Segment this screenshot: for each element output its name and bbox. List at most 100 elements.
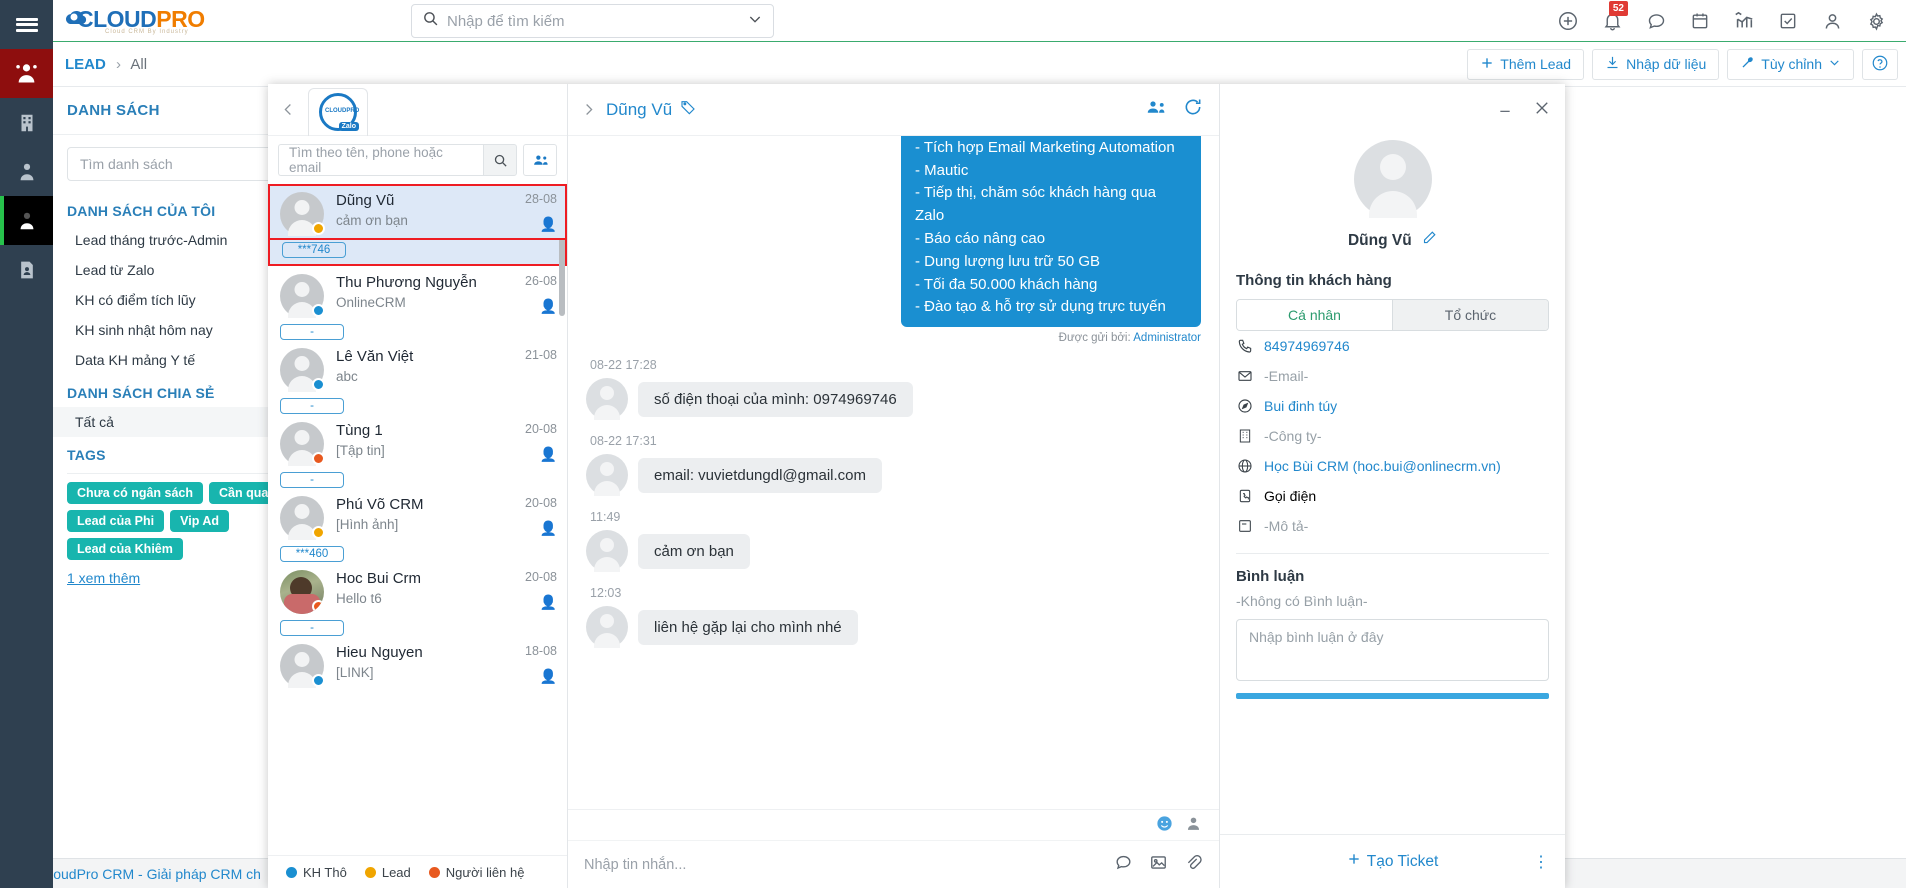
chevron-down-icon[interactable] [747,11,763,32]
chat-header: Dũng Vũ [568,84,1219,136]
account-button[interactable] [1810,0,1854,42]
legend-label: Lead [381,864,411,880]
contact-list-item[interactable]: Hieu Nguyen [LINK] 18-08 👤 [268,636,567,692]
avatar [280,348,325,392]
info-call-value[interactable]: Gọi điện [1264,488,1316,504]
info-company-value[interactable]: -Công ty- [1264,428,1322,444]
attachment-icon[interactable] [1184,853,1203,876]
more-options-icon[interactable]: ⋮ [1533,852,1549,872]
tag-chip[interactable]: Lead của Khiêm [67,538,183,560]
notifications-button[interactable]: 52 [1590,0,1634,42]
settings-button[interactable] [1854,0,1898,42]
contact-list-item[interactable]: Dũng Vũ cảm ơn bạn 28-08 👤 [268,184,567,240]
global-search-input[interactable]: Nhập để tìm kiếm [447,13,747,30]
incoming-message-bubble: số điện thoại của mình: 0974969746 [638,381,913,417]
zalo-account-logo-icon: CLOUDPRO Zalo [319,93,359,131]
tasks-button[interactable] [1766,0,1810,42]
emoji-sticker-icon[interactable] [1155,814,1174,838]
contact-phone-chip[interactable]: ***460 [280,546,344,562]
zalo-account-tab[interactable]: CLOUDPRO Zalo [308,87,368,136]
minimize-icon[interactable] [1495,100,1515,120]
chevron-left-icon[interactable] [274,90,302,130]
legend-label: KH Thô [303,864,347,880]
breadcrumb-root[interactable]: LEAD [65,56,106,73]
message-input[interactable]: Nhập tin nhắn... [568,840,1219,888]
customize-button[interactable]: Tùy chỉnh [1727,48,1854,80]
status-bar-text: CloudPro CRM - Giải pháp CRM ch [40,865,261,882]
contact-list-item[interactable]: Phú Võ CRM [Hình ảnh] 20-08 👤 [268,488,567,544]
contact-list-item[interactable]: Lê Văn Việt abc 21-08 [268,340,567,396]
sent-by-user[interactable]: Administrator [1133,332,1201,344]
info-owner-value[interactable]: Học Bùi CRM (hoc.bui@onlinecrm.vn) [1264,458,1501,474]
info-tabs: Cá nhân Tổ chức [1236,299,1549,331]
contact-phone-chip[interactable]: - [280,620,344,636]
contact-date: 20-08 [525,422,557,436]
breadcrumb-current: All [130,55,148,73]
close-icon[interactable] [1533,99,1551,121]
contact-phone-chip[interactable]: - [280,472,344,488]
create-ticket-button[interactable]: Tạo Ticket ⋮ [1220,834,1565,888]
contact-search-input[interactable]: Tìm theo tên, phone hoặc email [278,144,483,176]
customer-name-text: Dũng Vũ [1347,232,1412,249]
plus-icon [1480,56,1494,73]
add-lead-button[interactable]: Thêm Lead [1467,48,1585,80]
contact-name: Phú Võ CRM [336,496,424,513]
menu-toggle-button[interactable] [0,0,53,49]
import-data-button[interactable]: Nhập dữ liệu [1592,48,1720,80]
contact-group-button[interactable] [523,144,557,176]
info-section-title: Thông tin khách hàng [1236,272,1392,289]
tag-icon[interactable] [680,99,696,120]
info-phone-value[interactable]: 84974969746 [1264,338,1350,354]
contact-list-item-wrapper: Thu Phương Nguyễn OnlineCRM 26-08 👤 - [268,266,567,340]
contact-name: Hieu Nguyen [336,644,423,661]
rail-item-company[interactable] [0,98,53,147]
analytics-button[interactable] [1722,0,1766,42]
assign-user-icon[interactable] [1146,97,1167,123]
create-ticket-label: Tạo Ticket [1366,852,1439,870]
info-description-value[interactable]: -Mô tả- [1264,518,1308,534]
user-avatar-icon[interactable] [1184,814,1203,838]
tab-personal[interactable]: Cá nhân [1237,300,1393,330]
global-search[interactable]: Nhập để tìm kiếm [411,4,774,38]
contact-status-emoji: 👤 [539,298,557,314]
contact-phone-chip[interactable]: - [280,324,344,340]
tag-chip[interactable]: Vip Ad [170,510,230,532]
rail-item-leads[interactable] [0,196,53,245]
contact-date: 20-08 [525,496,557,510]
chevron-right-icon[interactable] [574,90,602,130]
info-email-value[interactable]: -Email- [1264,368,1308,384]
help-button[interactable] [1862,48,1898,80]
tag-chip[interactable]: Chưa có ngân sách [67,482,204,504]
rail-item-contacts[interactable] [0,147,53,196]
list-panel-title: DANH SÁCH [67,102,160,119]
calendar-button[interactable] [1678,0,1722,42]
contact-list-item[interactable]: Thu Phương Nguyễn OnlineCRM 26-08 👤 [268,266,567,322]
emoji-icon[interactable] [1114,853,1133,876]
contact-phone-chip[interactable]: ***746 [282,242,346,258]
app-logo[interactable]: CLOUDPRO Cloud CRM By Industry [63,6,233,35]
contact-preview: [LINK] [336,665,374,680]
tab-organization[interactable]: Tổ chức [1393,300,1548,330]
messages-button[interactable] [1634,0,1678,42]
globe-icon [1236,458,1253,474]
image-icon[interactable] [1149,853,1168,876]
edit-pencil-icon[interactable] [1422,231,1437,249]
info-source-value[interactable]: Bui đinh túy [1264,398,1337,414]
rail-item-customers[interactable] [0,49,53,98]
contact-list-item[interactable]: Tùng 1 [Tập tin] 20-08 👤 [268,414,567,470]
refresh-icon[interactable] [1183,97,1203,123]
contact-preview: [Tập tin] [336,443,385,458]
comment-input[interactable]: Nhập bình luận ở đây [1236,619,1549,681]
tag-chip[interactable]: Lead của Phi [67,510,165,532]
comment-input-placeholder: Nhập bình luận ở đây [1249,629,1384,645]
person-icon [16,210,38,232]
message-input-actions [1114,853,1203,876]
rail-item-documents[interactable] [0,245,53,294]
contact-search-button[interactable] [483,144,517,176]
contact-status-emoji: 👤 [539,446,557,462]
contact-phone-chip[interactable]: - [280,398,344,414]
contact-list[interactable]: Dũng Vũ cảm ơn bạn 28-08 👤 ***746 Thu Ph… [268,184,567,855]
contact-list-item[interactable]: Hoc Bui Crm Hello t6 20-08 👤 [268,562,567,618]
chat-message-area: - Tích hợp Zalo Official Account - Tích … [568,136,1219,809]
add-button[interactable] [1546,0,1590,42]
